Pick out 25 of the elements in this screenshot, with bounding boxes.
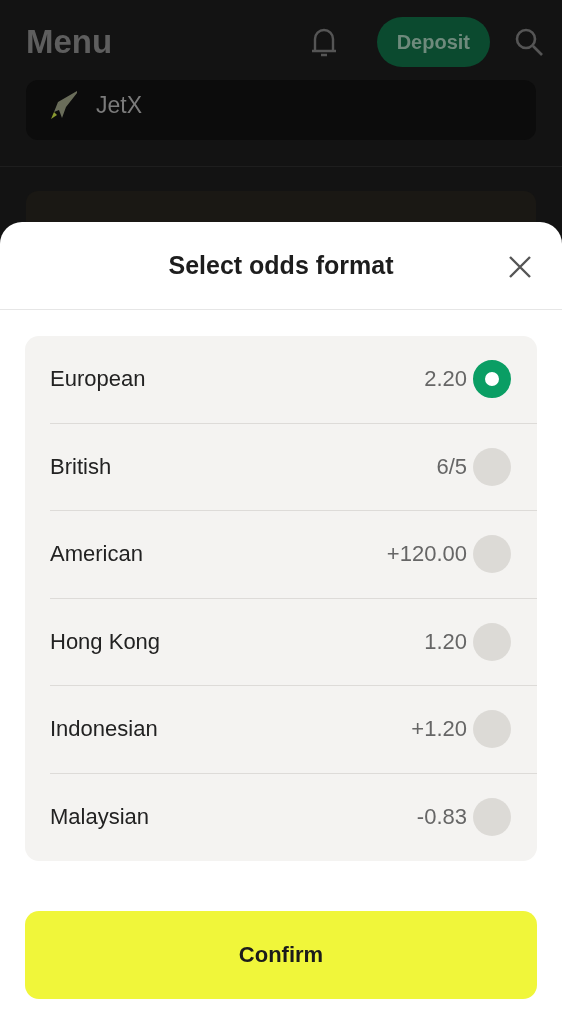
radio-button[interactable] [473,535,511,574]
option-label[interactable]: British [50,453,437,480]
jet-icon [50,88,80,122]
odds-value: +120.00 [386,541,467,568]
option-label[interactable]: Indonesian [50,716,412,743]
confirm-button[interactable]: Confirm [25,911,537,999]
option-label[interactable]: American [50,541,387,568]
radio-button[interactable] [473,798,511,837]
odds-value: 1.20 [424,628,467,655]
odds-value: 6/5 [436,453,467,480]
odds-value: -0.83 [416,804,467,831]
radio-button[interactable] [473,710,511,749]
odds-value: +1.20 [411,716,467,743]
search-icon[interactable] [514,27,544,57]
radio-button[interactable] [473,622,511,661]
page-title: Menu [26,23,114,61]
close-icon[interactable] [508,255,532,279]
radio-button[interactable] [473,447,511,486]
option-label[interactable]: European [50,366,425,393]
game-card[interactable]: JetX [26,80,536,140]
sheet-title: Select odds format [168,251,394,280]
odds-value: 2.20 [424,366,467,393]
radio-button[interactable] [473,360,511,399]
option-label[interactable]: Malaysian [50,804,417,831]
option-label[interactable]: Hong Kong [50,628,425,655]
